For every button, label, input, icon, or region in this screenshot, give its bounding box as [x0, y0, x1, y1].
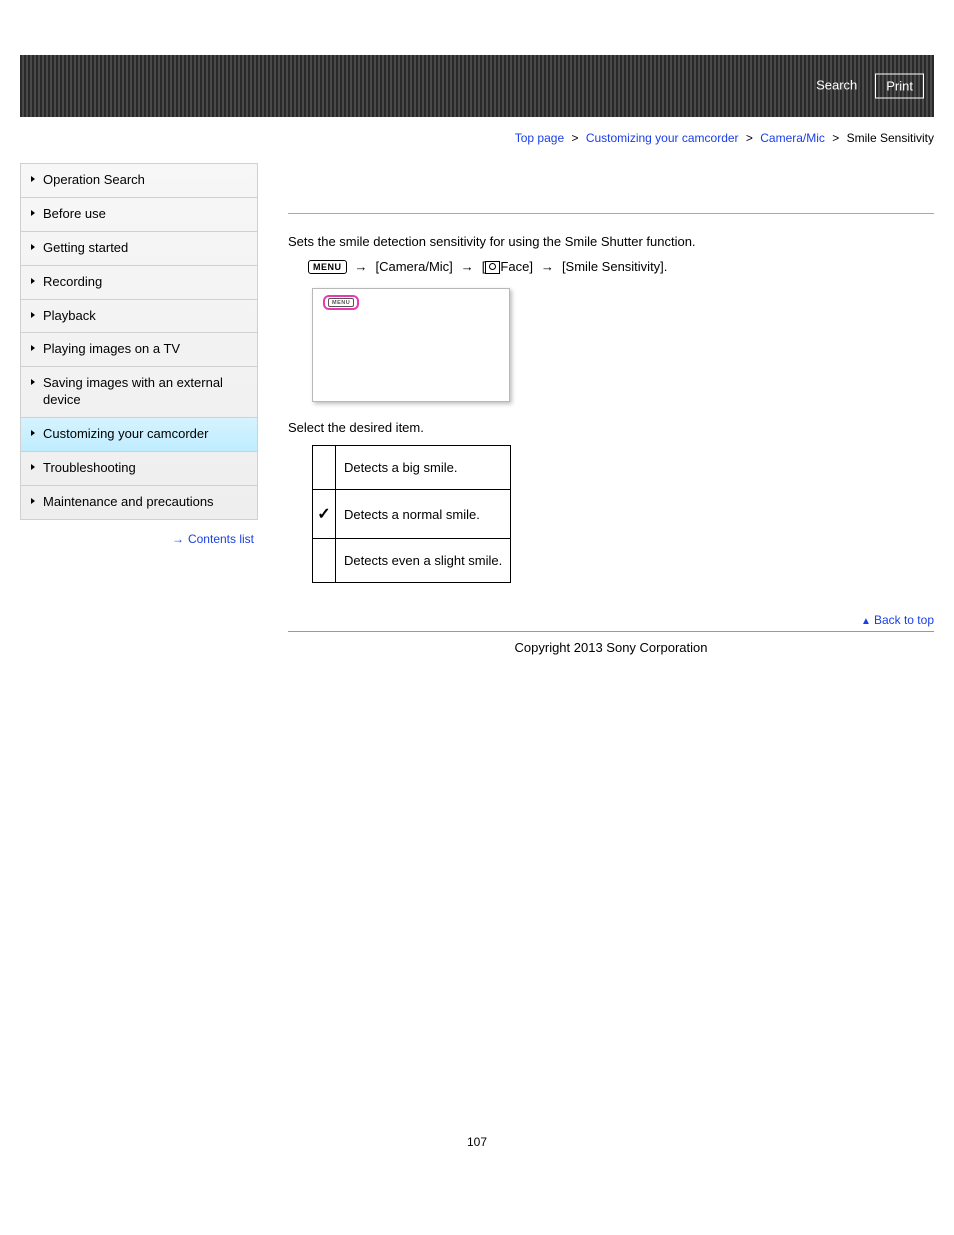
contents-list-link[interactable]: Contents list — [188, 532, 254, 546]
menu-badge-icon: MENU — [328, 298, 354, 307]
sidebar-item[interactable]: Playing images on a TV — [21, 332, 257, 366]
option-desc-cell: Detects a big smile. — [336, 446, 511, 490]
page-number: 107 — [20, 1135, 934, 1169]
divider — [288, 213, 934, 214]
triangle-up-icon: ▲ — [861, 616, 871, 627]
menu-badge-icon: MENU — [308, 260, 347, 274]
breadcrumb-link[interactable]: Customizing your camcorder — [586, 131, 739, 145]
sidebar-item[interactable]: Customizing your camcorder — [21, 417, 257, 451]
breadcrumb-sep: > — [832, 131, 839, 145]
sidebar-item[interactable]: Playback — [21, 299, 257, 333]
sidebar-item[interactable]: Maintenance and precautions — [21, 485, 257, 519]
checkmark-icon: ✓ — [317, 506, 330, 523]
screen-mockup: MENU — [312, 288, 510, 402]
breadcrumb-link[interactable]: Camera/Mic — [760, 131, 825, 145]
sidebar-item[interactable]: Getting started — [21, 231, 257, 265]
divider — [288, 631, 934, 632]
option-mark-cell: ✓ — [313, 490, 336, 539]
arrow-right-icon: → — [172, 532, 184, 546]
table-row: ✓ Detects a normal smile. — [313, 490, 511, 539]
path-segment: [Face] — [482, 259, 533, 274]
sidebar: Operation SearchBefore useGetting starte… — [20, 163, 258, 546]
print-button[interactable]: Print — [875, 74, 924, 99]
header-bar: Search Print — [20, 55, 934, 117]
menu-path: MENU → [Camera/Mic] → [Face] → [Smile Se… — [308, 259, 934, 274]
options-table: Detects a big smile. ✓ Detects a normal sm… — [312, 445, 511, 583]
search-button[interactable]: Search — [806, 74, 867, 99]
sidebar-item[interactable]: Saving images with an external device — [21, 366, 257, 417]
option-desc-cell: Detects a normal smile. — [336, 490, 511, 539]
arrow-right-icon: → — [355, 259, 368, 274]
arrow-right-icon: → — [461, 259, 474, 274]
sidebar-item[interactable]: Troubleshooting — [21, 451, 257, 485]
breadcrumb-sep: > — [746, 131, 753, 145]
option-desc-cell: Detects even a slight smile. — [336, 539, 511, 583]
breadcrumb-sep: > — [571, 131, 578, 145]
breadcrumb: Top page > Customizing your camcorder > … — [20, 117, 934, 163]
face-icon — [485, 261, 500, 274]
contents-list-link-wrap: → Contents list — [20, 520, 258, 546]
menu-highlight: MENU — [323, 295, 359, 310]
copyright-text: Copyright 2013 Sony Corporation — [288, 640, 934, 655]
sidebar-item[interactable]: Before use — [21, 197, 257, 231]
sidebar-item[interactable]: Operation Search — [21, 163, 257, 197]
back-to-top-link[interactable]: Back to top — [874, 613, 934, 627]
breadcrumb-link[interactable]: Top page — [515, 131, 564, 145]
arrow-right-icon: → — [541, 259, 554, 274]
path-segment: [Smile Sensitivity]. — [562, 259, 667, 274]
breadcrumb-current: Smile Sensitivity — [847, 131, 934, 145]
back-to-top-wrap: ▲Back to top — [288, 613, 934, 627]
select-instruction: Select the desired item. — [288, 420, 934, 435]
main-content: Sets the smile detection sensitivity for… — [288, 163, 934, 675]
sidebar-item[interactable]: Recording — [21, 265, 257, 299]
path-segment: [Camera/Mic] — [376, 259, 453, 274]
table-row: Detects even a slight smile. — [313, 539, 511, 583]
option-mark-cell — [313, 539, 336, 583]
intro-text: Sets the smile detection sensitivity for… — [288, 234, 934, 249]
table-row: Detects a big smile. — [313, 446, 511, 490]
option-mark-cell — [313, 446, 336, 490]
